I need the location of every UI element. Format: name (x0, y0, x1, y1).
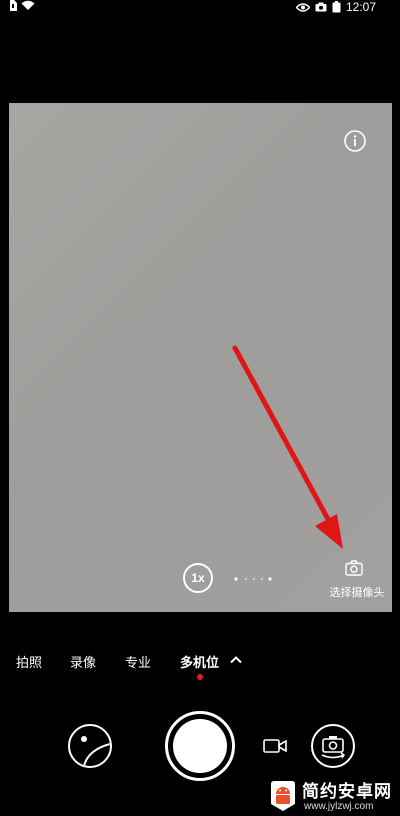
mode-pro[interactable]: 专业 (125, 652, 151, 671)
camera-icon (345, 560, 363, 576)
shutter-inner (173, 719, 227, 773)
zoom-button[interactable]: 1x (183, 563, 213, 593)
wifi-icon (21, 0, 35, 10)
status-left-icons (9, 0, 35, 11)
gallery-thumbnail-icon (81, 736, 110, 766)
camera-notification-icon (315, 2, 327, 12)
select-camera-button[interactable]: 选择摄像头 (325, 560, 389, 600)
zoom-label: 1x (191, 571, 205, 585)
switch-camera-button[interactable] (311, 724, 355, 768)
eye-icon (295, 2, 310, 12)
switch-camera-icon (321, 736, 345, 759)
zoom-level-dots (234, 577, 272, 581)
mode-video[interactable]: 录像 (70, 652, 96, 671)
info-icon[interactable] (343, 129, 367, 153)
sim-icon (10, 0, 17, 11)
watermark-url: www.jylzwj.com (304, 801, 374, 812)
watermark-title: 简约安卓网 (302, 782, 392, 802)
gallery-button[interactable] (68, 724, 112, 768)
chevron-up-icon[interactable] (229, 653, 243, 667)
mode-selector: 拍照 录像 专业 多机位 (0, 648, 400, 672)
watermark: 简约安卓网 www.jylzwj.com (268, 776, 400, 816)
status-right-area: 12:07 (295, 0, 376, 14)
select-camera-label: 选择摄像头 (329, 586, 385, 599)
annotation-arrow (232, 345, 343, 549)
android-logo-icon (271, 781, 295, 811)
camera-viewfinder[interactable]: 1x 选择摄像头 (9, 103, 392, 612)
mode-multi-camera[interactable]: 多机位 (180, 652, 219, 671)
active-mode-indicator (197, 674, 203, 680)
video-icon[interactable] (263, 737, 289, 755)
shutter-button[interactable] (165, 711, 235, 781)
mode-photo[interactable]: 拍照 (16, 652, 42, 671)
status-bar: 12:07 (0, 0, 400, 14)
status-time: 12:07 (345, 0, 376, 14)
battery-icon (332, 1, 341, 13)
